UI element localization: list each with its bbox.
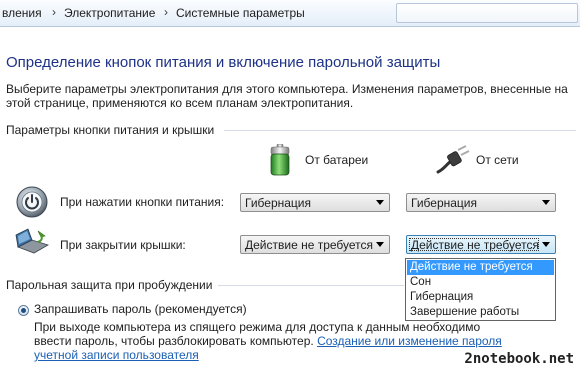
chevron-down-icon <box>376 200 384 205</box>
require-password-label[interactable]: Запрашивать пароль (рекомендуется) <box>34 302 247 316</box>
page-title: Определение кнопок питания и включение п… <box>6 54 441 71</box>
chevron-down-icon <box>542 200 550 205</box>
lid-close-battery-select[interactable]: Действие не требуется <box>240 235 390 254</box>
password-section-label: Парольная защита при пробуждении <box>6 278 213 292</box>
dropdown-option-sleep[interactable]: Сон <box>407 275 554 290</box>
dropdown-option-hibernate[interactable]: Гибернация <box>407 290 554 305</box>
laptop-lid-icon <box>14 227 50 262</box>
require-password-description: При выходе компьютера из спящего режима … <box>34 320 504 362</box>
select-value: Действие не требуется <box>245 238 374 252</box>
breadcrumb-separator: › <box>164 5 168 19</box>
require-password-radio[interactable] <box>18 305 29 316</box>
section-divider <box>218 285 404 286</box>
battery-icon <box>269 143 291 181</box>
breadcrumb-item-system-settings[interactable]: Системные параметры <box>176 6 305 20</box>
page-description: Выберите параметры электропитания для эт… <box>6 82 568 110</box>
power-button-row-label: При нажатии кнопки питания: <box>60 195 225 209</box>
power-plug-icon <box>436 145 470 180</box>
radio-selected-dot <box>21 308 26 313</box>
lid-close-ac-dropdown-list: Действие не требуется Сон Гибернация Зав… <box>405 258 556 321</box>
breadcrumb-item-power[interactable]: Электропитание <box>64 6 155 20</box>
watermark-text: 2notebook.net <box>464 351 574 367</box>
breadcrumb-item-control-panel[interactable]: вления <box>2 6 42 20</box>
column-header-battery: От батареи <box>305 153 369 167</box>
section-divider <box>224 130 576 131</box>
lid-close-row-label: При закрытии крышки: <box>60 238 186 252</box>
power-button-battery-select[interactable]: Гибернация <box>240 193 390 212</box>
select-value: Гибернация <box>411 196 477 210</box>
power-button-icon <box>16 186 48 223</box>
column-header-ac: От сети <box>476 153 519 167</box>
lid-close-ac-select[interactable]: Действие не требуется <box>406 235 556 254</box>
dropdown-option-shutdown[interactable]: Завершение работы <box>407 305 554 320</box>
breadcrumb-separator: › <box>52 5 56 19</box>
power-buttons-section-label: Параметры кнопки питания и крышки <box>6 123 215 137</box>
select-value: Гибернация <box>245 196 311 210</box>
search-box[interactable] <box>396 3 578 23</box>
power-button-ac-select[interactable]: Гибернация <box>406 193 556 212</box>
chevron-down-icon <box>542 242 550 247</box>
chevron-down-icon <box>376 242 384 247</box>
focus-ring <box>409 238 539 251</box>
dropdown-option-no-action[interactable]: Действие не требуется <box>407 260 554 275</box>
